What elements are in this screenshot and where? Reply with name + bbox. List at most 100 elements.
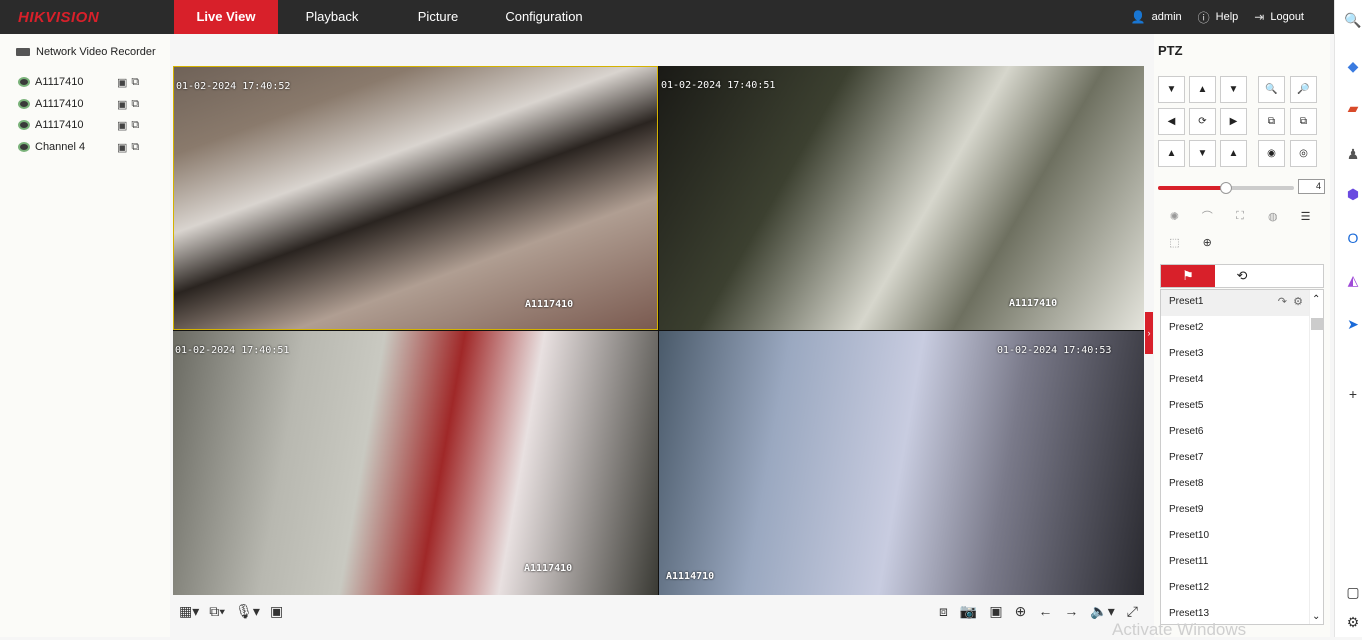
chevron-up-icon[interactable]: ⌃ (1312, 294, 1320, 305)
channel-item[interactable]: A1117410 ▣ ⧉ (18, 96, 158, 112)
help-link[interactable]: ⓘ Help (1198, 9, 1239, 26)
focus-assist-icon[interactable]: ⛶ (1224, 202, 1257, 230)
chevron-down-icon[interactable]: ⌄ (1312, 611, 1320, 622)
record-icon[interactable]: ▣ (117, 119, 127, 132)
record-icon[interactable]: ▣ (117, 98, 127, 111)
preset-label: Preset10 (1169, 530, 1210, 541)
layout-icon[interactable]: ▦▾ (179, 603, 199, 620)
user-account[interactable]: 👤 admin (1131, 10, 1182, 24)
microphone-icon[interactable]: 🎙▾ (235, 603, 260, 620)
gear-icon[interactable]: ⚙ (1293, 290, 1303, 314)
nav-picture[interactable]: Picture (386, 0, 490, 34)
ptz-down-left-button[interactable]: ▲ (1158, 140, 1185, 167)
call-preset-icon[interactable]: ↷ (1278, 290, 1287, 314)
light-icon[interactable]: ✺ (1158, 202, 1191, 230)
search-icon[interactable]: 🔍 (1343, 12, 1362, 32)
games-icon[interactable]: ♟ (1343, 146, 1362, 166)
list-item[interactable]: Preset3 (1161, 342, 1323, 368)
channel-label: A1117410 (35, 76, 84, 88)
shopping-icon[interactable]: ◆ (1343, 58, 1362, 78)
stream-icon[interactable]: ⧉ (131, 98, 139, 111)
list-item[interactable]: Preset9 (1161, 498, 1323, 524)
nav-configuration[interactable]: Configuration (490, 0, 598, 34)
copilot-icon[interactable]: ⬢ (1343, 186, 1362, 206)
zoom-out-icon[interactable]: 🔍 (1258, 76, 1285, 103)
menu-icon[interactable]: ☰ (1289, 202, 1322, 230)
list-item[interactable]: Preset7 (1161, 446, 1323, 472)
record-all-icon[interactable]: ▣ (989, 603, 1002, 620)
list-item[interactable]: Preset2 (1161, 316, 1323, 342)
lens-init-icon[interactable]: ◍ (1256, 202, 1289, 230)
3d-zoom-icon[interactable]: ⬚ (1158, 228, 1191, 256)
tools-icon[interactable]: ▰ (1343, 100, 1362, 120)
video-tile[interactable]: 01-02-2024 17:40:51 A1117410 (173, 331, 658, 595)
ptz-up-right-button[interactable]: ▼ (1220, 76, 1247, 103)
list-item[interactable]: Preset1 ↷ ⚙ (1161, 290, 1323, 316)
add-icon[interactable]: + (1343, 386, 1362, 406)
preset-scrollbar[interactable]: ⌃ ⌄ (1309, 290, 1323, 624)
ptz-right-button[interactable]: ▶ (1220, 108, 1247, 135)
preset-label: Preset12 (1169, 582, 1210, 593)
iris-close-icon[interactable]: ◎ (1290, 140, 1317, 167)
scroll-thumb[interactable] (1311, 318, 1323, 330)
video-tile[interactable]: 01-02-2024 17:40:52 A1117410 (173, 66, 658, 330)
list-item[interactable]: Preset12 (1161, 576, 1323, 602)
video-tile[interactable]: 01-02-2024 17:40:51 A1117410 (659, 66, 1144, 330)
camera-icon (18, 120, 30, 130)
ptz-down-button[interactable]: ▼ (1189, 140, 1216, 167)
stream-icon[interactable]: ⧉ (131, 141, 139, 154)
aspect-icon[interactable]: ▣ (270, 603, 283, 620)
list-item[interactable]: Preset11 (1161, 550, 1323, 576)
zoom-icon[interactable]: ⊕ (1015, 603, 1027, 620)
designer-icon[interactable]: ◭ (1343, 272, 1362, 292)
preset-list: Preset1 ↷ ⚙ Preset2 Preset3 Preset4 Pres… (1160, 289, 1324, 625)
ptz-left-button[interactable]: ◀ (1158, 108, 1185, 135)
send-icon[interactable]: ➤ (1343, 316, 1362, 336)
stream-icon[interactable]: ⧉ (131, 76, 139, 89)
tab-patrol[interactable]: ⟲ (1215, 265, 1269, 287)
previous-page-icon[interactable]: ← (1038, 603, 1052, 620)
focus-near-icon[interactable]: ⧉ (1258, 108, 1285, 135)
ptz-down-right-button[interactable]: ▲ (1220, 140, 1247, 167)
tile-camera-name: A1114710 (666, 571, 715, 582)
ptz-up-left-button[interactable]: ▼ (1158, 76, 1185, 103)
wiper-icon[interactable]: ⌒ (1191, 202, 1224, 230)
volume-icon[interactable]: 🔈▾ (1090, 603, 1114, 620)
list-item[interactable]: Preset8 (1161, 472, 1323, 498)
stream-icon[interactable]: ⧉ (131, 119, 139, 132)
list-item[interactable]: Preset10 (1161, 524, 1323, 550)
video-tile[interactable]: 01-02-2024 17:40:53 A1114710 (659, 331, 1144, 595)
slider-knob[interactable] (1220, 182, 1232, 194)
device-root[interactable]: Network Video Recorder (16, 46, 156, 58)
nav-live-view[interactable]: Live View (174, 0, 278, 34)
stop-all-icon[interactable]: ⧈ (939, 603, 948, 620)
ptz-up-button[interactable]: ▲ (1189, 76, 1216, 103)
split-screen-icon[interactable]: ▢ (1343, 584, 1362, 604)
capture-icon[interactable]: 📷 (960, 603, 977, 620)
tab-preset[interactable]: ⚑ (1161, 265, 1215, 287)
ptz-auto-button[interactable]: ⟳ (1189, 108, 1216, 135)
nav-playback[interactable]: Playback (278, 0, 386, 34)
iris-open-icon[interactable]: ◉ (1258, 140, 1285, 167)
list-item[interactable]: Preset4 (1161, 368, 1323, 394)
record-icon[interactable]: ▣ (117, 141, 127, 154)
fullscreen-icon[interactable]: ⤢ (1127, 603, 1138, 620)
focus-far-icon[interactable]: ⧉ (1290, 108, 1317, 135)
tab-pattern[interactable] (1269, 265, 1323, 287)
next-page-icon[interactable]: → (1064, 603, 1078, 620)
channel-item[interactable]: A1117410 ▣ ⧉ (18, 74, 158, 90)
collapse-panel-button[interactable]: › (1145, 312, 1153, 354)
gear-icon[interactable]: ⚙ (1343, 614, 1362, 634)
list-item[interactable]: Preset6 (1161, 420, 1323, 446)
outlook-icon[interactable]: O (1343, 230, 1362, 250)
record-icon[interactable]: ▣ (117, 76, 127, 89)
zoom-in-icon[interactable]: 🔎 (1290, 76, 1317, 103)
channel-item[interactable]: A1117410 ▣ ⧉ (18, 117, 158, 133)
channel-item[interactable]: Channel 4 ▣ ⧉ (18, 139, 158, 155)
ptz-speed-slider[interactable] (1158, 182, 1294, 194)
regional-focus-icon[interactable]: ⊕ (1191, 228, 1224, 256)
list-item[interactable]: Preset5 (1161, 394, 1323, 420)
tile-camera-name: A1117410 (525, 299, 574, 310)
logout-link[interactable]: ⇥ Logout (1254, 10, 1304, 24)
stream-select-icon[interactable]: ⧉▾ (209, 603, 225, 620)
